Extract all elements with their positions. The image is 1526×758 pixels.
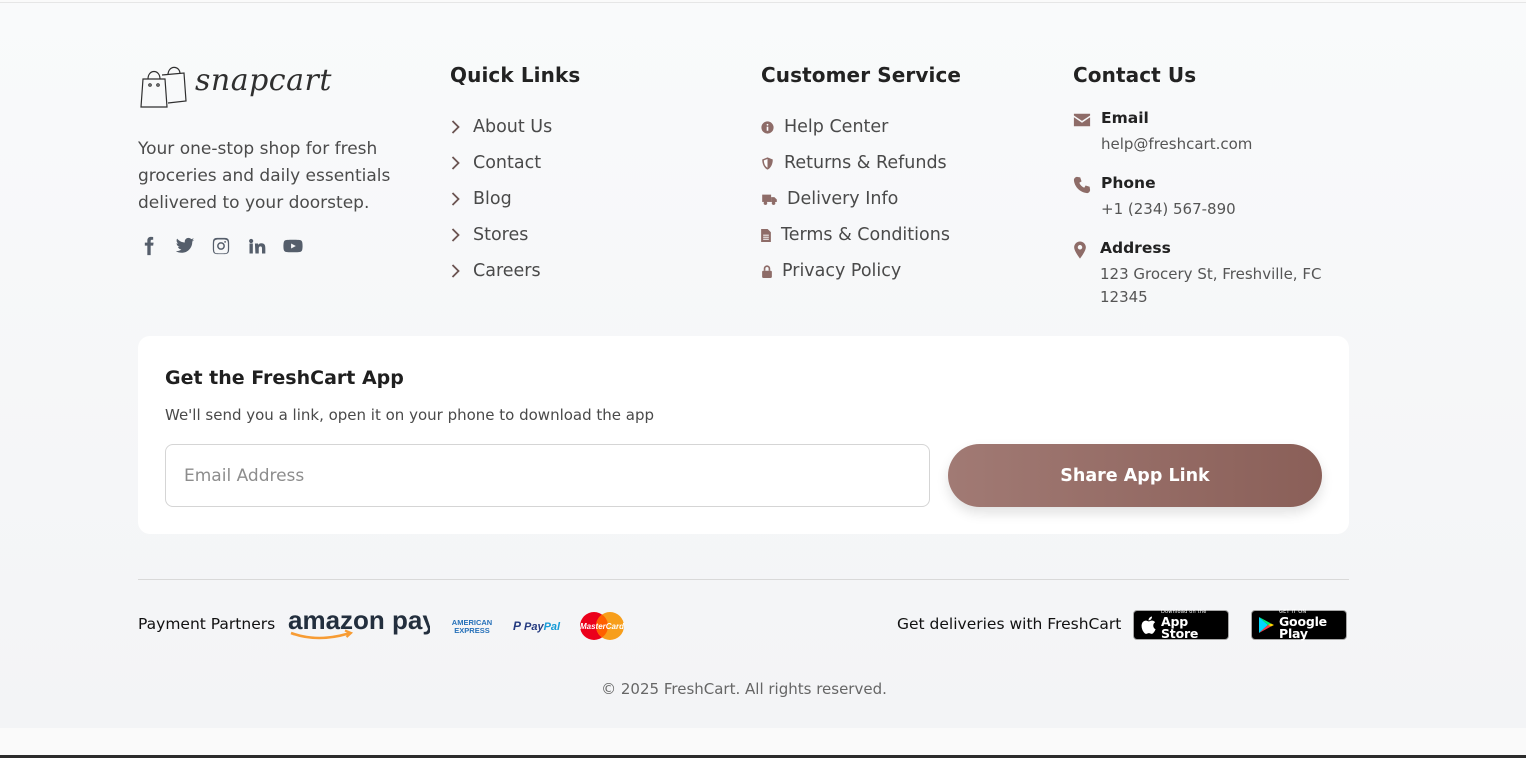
contact-address: Address 123 Grocery St, Freshville, FC 1… (1073, 239, 1331, 309)
share-app-link-button[interactable]: Share App Link (948, 444, 1322, 507)
quick-link-careers[interactable]: Careers (450, 253, 580, 289)
quick-link-stores[interactable]: Stores (450, 217, 580, 253)
chevron-right-icon (450, 228, 467, 242)
email-address-input[interactable] (165, 444, 930, 507)
chevron-right-icon (450, 192, 467, 206)
amazon-pay-logo: amazon pay (288, 605, 430, 640)
lock-icon (761, 264, 776, 278)
quick-link-contact[interactable]: Contact (450, 145, 580, 181)
envelope-icon (1073, 109, 1101, 156)
chevron-right-icon (450, 120, 467, 134)
copyright-text: © 2025 FreshCart. All rights reserved. (601, 680, 887, 698)
svg-text:PayPal: PayPal (524, 621, 561, 633)
quick-link-about[interactable]: About Us (450, 109, 580, 145)
social-links (138, 235, 318, 257)
service-link-help-center[interactable]: Help Center (761, 109, 961, 145)
footer-divider (138, 579, 1349, 580)
svg-text:MasterCard: MasterCard (580, 622, 625, 631)
document-icon (761, 228, 775, 242)
customer-service-column: Customer Service Help Center Returns & R… (761, 63, 961, 289)
get-deliveries-label: Get deliveries with FreshCart (897, 615, 1122, 633)
service-link-terms[interactable]: Terms & Conditions (761, 217, 961, 253)
instagram-icon[interactable] (210, 235, 232, 257)
chevron-right-icon (450, 264, 467, 278)
svg-text:EXPRESS: EXPRESS (454, 626, 489, 635)
contact-heading: Contact Us (1073, 63, 1197, 87)
logo-wordmark: snapcart (195, 63, 332, 98)
quick-link-blog[interactable]: Blog (450, 181, 580, 217)
truck-icon (761, 193, 781, 206)
american-express-logo: AMERICAN EXPRESS (452, 618, 492, 635)
svg-text:P: P (513, 619, 522, 633)
app-card-subtitle: We'll send you a link, open it on your p… (165, 406, 655, 424)
app-card-title: Get the FreshCart App (165, 367, 404, 389)
email-link[interactable]: help@freshcart.com (1101, 133, 1331, 156)
app-store-badge[interactable]: Download on the App Store (1133, 609, 1229, 640)
payment-partners-label: Payment Partners (138, 615, 276, 633)
facebook-icon[interactable] (138, 235, 160, 257)
quick-links-column: Quick Links About Us Contact Blog Stores… (450, 63, 580, 289)
apple-icon (1141, 616, 1156, 634)
google-play-icon (1259, 617, 1274, 633)
chevron-right-icon (450, 156, 467, 170)
customer-service-heading: Customer Service (761, 63, 962, 87)
service-link-delivery[interactable]: Delivery Info (761, 181, 961, 217)
google-play-badge[interactable]: GET IT ON Google Play (1251, 609, 1347, 640)
youtube-icon[interactable] (282, 235, 304, 257)
shield-icon (761, 156, 778, 170)
page-bottom-space (0, 728, 1526, 755)
paypal-logo: P PayPal (513, 619, 561, 633)
contact-phone: Phone +1 (234) 567-890 (1073, 174, 1331, 221)
app-download-card: Get the FreshCart App We'll send you a l… (138, 336, 1349, 534)
linkedin-icon[interactable] (246, 235, 268, 257)
service-link-privacy[interactable]: Privacy Policy (761, 253, 961, 289)
contact-email: Email help@freshcart.com (1073, 109, 1331, 156)
brand-tagline: Your one-stop shop for fresh groceries a… (138, 139, 391, 213)
quick-links-heading: Quick Links (450, 63, 581, 87)
svg-text:amazon pay: amazon pay (288, 605, 430, 635)
service-link-returns[interactable]: Returns & Refunds (761, 145, 961, 181)
site-footer: snapcart Your one-stop shop for fresh gr… (0, 3, 1526, 728)
mastercard-logo: MasterCard (580, 612, 625, 640)
info-circle-icon (761, 120, 778, 134)
map-pin-icon (1073, 239, 1100, 309)
phone-link[interactable]: +1 (234) 567-890 (1101, 198, 1331, 221)
phone-icon (1073, 174, 1101, 221)
twitter-icon[interactable] (174, 235, 196, 257)
contact-column: Contact Us Email help@freshcart.com Phon… (1073, 63, 1331, 327)
